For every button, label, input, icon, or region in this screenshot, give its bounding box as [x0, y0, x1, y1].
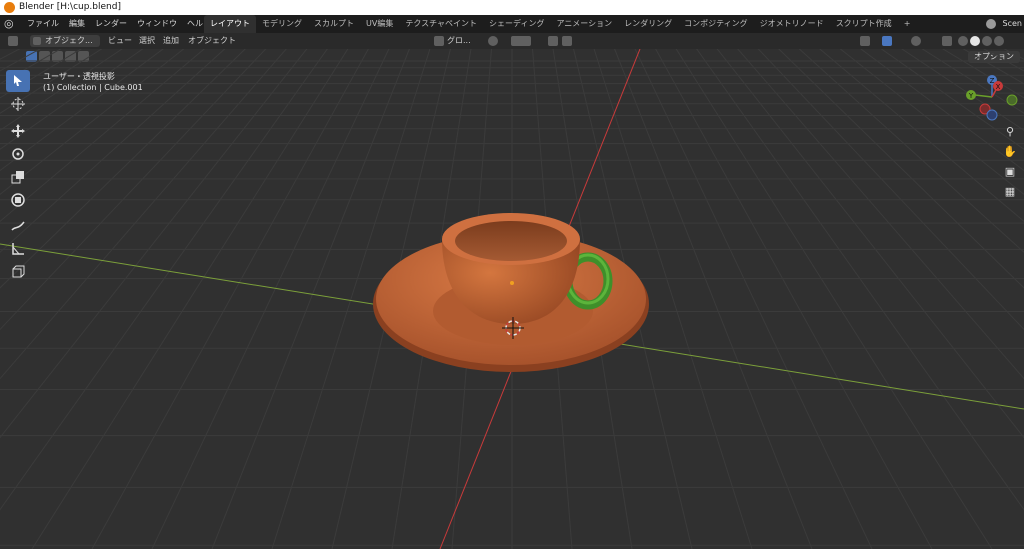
gizmo-y-label: Y	[968, 92, 974, 100]
view-perspective-label: ユーザー・透視投影	[43, 72, 115, 81]
visibility-icon[interactable]	[860, 36, 870, 46]
perspective-toggle-icon[interactable]: ▦	[1002, 184, 1018, 200]
zoom-icon[interactable]: ⚲	[1002, 124, 1018, 140]
select-box-tool-icon[interactable]	[6, 70, 30, 92]
object-mode-icon	[33, 37, 41, 45]
tab-sculpt[interactable]: スカルプト	[308, 15, 360, 33]
tab-rendering[interactable]: レンダリング	[618, 15, 678, 33]
menu-render[interactable]: レンダー	[90, 15, 132, 33]
tab-scripting[interactable]: スクリプト作成	[830, 15, 898, 33]
menu-edit[interactable]: 編集	[64, 15, 90, 33]
menu-window[interactable]: ウィンドウ	[132, 15, 182, 33]
add-cube-tool-icon[interactable]	[6, 261, 30, 283]
gizmo-neg-y-icon[interactable]	[1006, 94, 1018, 106]
blender-menu-icon[interactable]: ◎	[4, 18, 16, 30]
gizmo-z-label: Z	[990, 77, 995, 85]
tab-uv-editing[interactable]: UV編集	[360, 15, 399, 33]
editor-type-icon[interactable]	[8, 36, 18, 46]
transform-orientation[interactable]: グロ...	[447, 33, 471, 49]
proportional-edit-icon[interactable]	[548, 36, 558, 46]
menu-select[interactable]: 選択	[139, 33, 155, 49]
falloff-icon[interactable]	[562, 36, 572, 46]
snap-icon[interactable]	[511, 36, 531, 46]
cup-inside	[455, 221, 567, 261]
material-shading-icon[interactable]	[982, 36, 992, 46]
add-workspace-button[interactable]: +	[898, 15, 917, 33]
mode-label: オブジェク...	[45, 36, 93, 45]
menu-object[interactable]: オブジェクト	[188, 33, 236, 49]
scale-tool-icon[interactable]	[6, 166, 30, 188]
active-object-label: (1) Collection | Cube.001	[43, 83, 143, 92]
main-menu: ファイル 編集 レンダー ウィンドウ ヘルプ	[22, 15, 216, 33]
workspace-tabs: レイアウト モデリング スカルプト UV編集 テクスチャペイント シェーディング…	[204, 15, 916, 33]
gizmo-x-label: X	[996, 83, 1001, 91]
menu-add[interactable]: 追加	[163, 33, 179, 49]
overlay-toggle-icon[interactable]	[911, 36, 921, 46]
transform-tool-icon[interactable]	[6, 189, 30, 211]
tab-texture-paint[interactable]: テクスチャペイント	[399, 15, 483, 33]
rendered-shading-icon[interactable]	[994, 36, 1004, 46]
top-menubar: ◎ ファイル 編集 レンダー ウィンドウ ヘルプ レイアウト モデリング スカル…	[0, 15, 1024, 33]
object-origin	[510, 281, 514, 285]
orientation-icon[interactable]	[434, 36, 444, 46]
tab-compositing[interactable]: コンポジティング	[678, 15, 754, 33]
3d-viewport[interactable]: X Y Z	[0, 49, 1024, 549]
blender-logo-icon	[4, 2, 15, 13]
annotate-tool-icon[interactable]	[6, 215, 30, 237]
tab-layout[interactable]: レイアウト	[204, 15, 256, 33]
gizmo-toggle-icon[interactable]	[882, 36, 892, 46]
pan-hand-icon[interactable]: ✋	[1002, 144, 1018, 160]
scene-icon[interactable]	[986, 19, 996, 29]
cursor-tool-icon[interactable]	[6, 93, 30, 115]
tab-shading[interactable]: シェーディング	[483, 15, 550, 33]
menu-file[interactable]: ファイル	[22, 15, 64, 33]
measure-tool-icon[interactable]	[6, 238, 30, 260]
viewport-header: オブジェク... ビュー 選択 追加 オブジェクト グロ...	[0, 33, 1024, 49]
gizmo-neg-z-icon[interactable]	[986, 109, 998, 121]
scene-selector[interactable]: Scen	[1003, 15, 1022, 33]
menu-view[interactable]: ビュー	[108, 33, 132, 49]
camera-view-icon[interactable]: ▣	[1002, 164, 1018, 180]
tab-geometry-nodes[interactable]: ジオメトリノード	[754, 15, 830, 33]
window-title: Blender [H:\cup.blend]	[19, 2, 121, 12]
xray-toggle-icon[interactable]	[942, 36, 952, 46]
move-tool-icon[interactable]	[6, 120, 30, 142]
wireframe-shading-icon[interactable]	[958, 36, 968, 46]
solid-shading-icon[interactable]	[970, 36, 980, 46]
tab-modeling[interactable]: モデリング	[256, 15, 308, 33]
tab-animation[interactable]: アニメーション	[550, 15, 618, 33]
rotate-tool-icon[interactable]	[6, 143, 30, 165]
title-bar: Blender [H:\cup.blend]	[0, 0, 1024, 15]
pivot-point-icon[interactable]	[488, 36, 498, 46]
